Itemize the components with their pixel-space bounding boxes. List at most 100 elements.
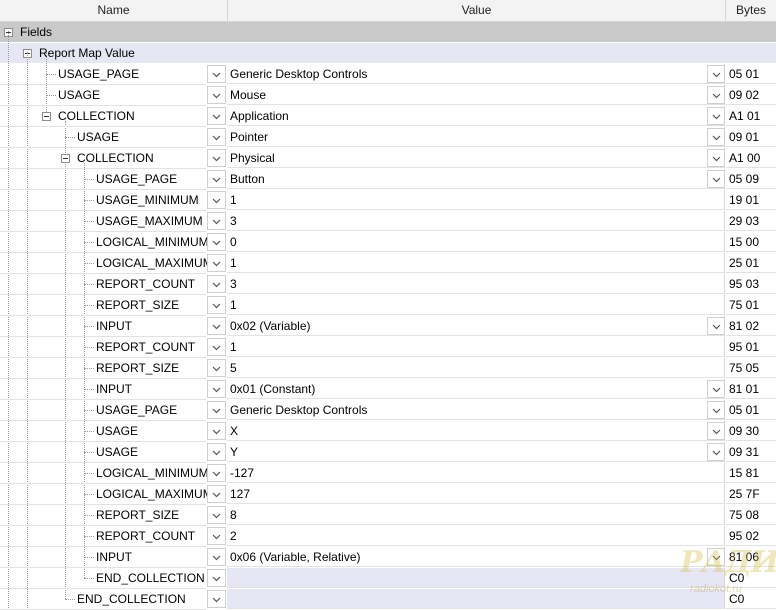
value-dropdown-button[interactable] — [707, 65, 725, 83]
field-value-cell[interactable]: 127 — [227, 484, 725, 504]
tree-row[interactable]: INPUT 0x02 (Variable) 81 02 — [0, 316, 776, 337]
field-name-cell[interactable]: REPORT_SIZE — [0, 295, 206, 316]
tree-row[interactable]: INPUT 0x01 (Constant) 81 01 — [0, 379, 776, 400]
field-value-cell[interactable]: Generic Desktop Controls — [227, 400, 725, 420]
tree-row[interactable]: END_COLLECTION C0 — [0, 568, 776, 589]
field-value-cell[interactable]: 1 — [227, 295, 725, 315]
field-type-dropdown-button[interactable] — [207, 128, 226, 146]
field-value-cell[interactable]: 0x06 (Variable, Relative) — [227, 547, 725, 567]
field-type-dropdown-button[interactable] — [207, 338, 226, 356]
field-value-cell[interactable]: 1 — [227, 337, 725, 357]
collapse-toggle-icon[interactable] — [61, 154, 70, 163]
field-value-cell[interactable] — [227, 568, 725, 588]
field-name-cell[interactable]: LOGICAL_MINIMUM — [0, 232, 209, 253]
tree-row[interactable]: USAGE Pointer 09 01 — [0, 127, 776, 148]
field-value-cell[interactable] — [227, 589, 725, 609]
tree-row[interactable]: USAGE Mouse 09 02 — [0, 85, 776, 106]
field-value-cell[interactable]: Application — [227, 106, 725, 126]
field-type-dropdown-button[interactable] — [207, 380, 226, 398]
field-value-cell[interactable]: 8 — [227, 505, 725, 525]
value-dropdown-button[interactable] — [707, 380, 725, 398]
field-type-dropdown-button[interactable] — [207, 149, 226, 167]
field-type-dropdown-button[interactable] — [207, 275, 226, 293]
tree-row[interactable]: INPUT 0x06 (Variable, Relative) 81 06 — [0, 547, 776, 568]
field-value-cell[interactable]: Generic Desktop Controls — [227, 64, 725, 84]
column-header-name[interactable]: Name — [0, 0, 228, 21]
tree-row[interactable]: LOGICAL_MAXIMUM 127 25 7F — [0, 484, 776, 505]
field-type-dropdown-button[interactable] — [207, 401, 226, 419]
tree-row[interactable]: COLLECTION Physical A1 00 — [0, 148, 776, 169]
field-type-dropdown-button[interactable] — [207, 548, 226, 566]
value-dropdown-button[interactable] — [707, 170, 725, 188]
field-value-cell[interactable]: 0 — [227, 232, 725, 252]
field-name-cell[interactable]: USAGE_MINIMUM — [0, 190, 206, 211]
tree-row[interactable]: COLLECTION Application A1 01 — [0, 106, 776, 127]
field-type-dropdown-button[interactable] — [207, 296, 226, 314]
value-dropdown-button[interactable] — [707, 401, 725, 419]
field-name-cell[interactable]: REPORT_COUNT — [0, 526, 206, 547]
field-name-cell[interactable]: LOGICAL_MAXIMUM — [0, 253, 213, 274]
field-type-dropdown-button[interactable] — [207, 170, 226, 188]
field-name-cell[interactable]: COLLECTION — [0, 106, 206, 127]
tree-row[interactable]: USAGE X 09 30 — [0, 421, 776, 442]
field-type-dropdown-button[interactable] — [207, 107, 226, 125]
tree-row[interactable]: REPORT_COUNT 1 95 01 — [0, 337, 776, 358]
field-name-cell[interactable]: USAGE_MAXIMUM — [0, 211, 206, 232]
tree-row[interactable]: REPORT_SIZE 1 75 01 — [0, 295, 776, 316]
field-name-cell[interactable]: INPUT — [0, 316, 206, 337]
field-value-cell[interactable]: 1 — [227, 253, 725, 273]
tree-row[interactable]: USAGE_PAGE Button 05 09 — [0, 169, 776, 190]
field-type-dropdown-button[interactable] — [207, 569, 226, 587]
value-dropdown-button[interactable] — [707, 317, 725, 335]
field-value-cell[interactable]: Pointer — [227, 127, 725, 147]
field-type-dropdown-button[interactable] — [207, 590, 226, 608]
tree-row[interactable]: USAGE_MINIMUM 1 19 01 — [0, 190, 776, 211]
column-header-value[interactable]: Value — [228, 0, 726, 21]
collapse-toggle-icon[interactable] — [42, 112, 51, 121]
field-name-cell[interactable]: REPORT_COUNT — [0, 274, 206, 295]
field-name-cell[interactable]: INPUT — [0, 547, 206, 568]
field-name-cell[interactable]: USAGE_PAGE — [0, 400, 206, 421]
field-value-cell[interactable]: 5 — [227, 358, 725, 378]
field-type-dropdown-button[interactable] — [207, 506, 226, 524]
field-value-cell[interactable]: Mouse — [227, 85, 725, 105]
field-name-cell[interactable]: REPORT_COUNT — [0, 337, 206, 358]
tree-group-report-map-value[interactable]: Report Map Value — [0, 43, 776, 64]
field-value-cell[interactable]: 3 — [227, 274, 725, 294]
field-name-cell[interactable]: USAGE — [0, 127, 206, 148]
value-dropdown-button[interactable] — [707, 422, 725, 440]
field-type-dropdown-button[interactable] — [207, 317, 226, 335]
field-type-dropdown-button[interactable] — [207, 86, 226, 104]
field-value-cell[interactable]: 3 — [227, 211, 725, 231]
field-name-cell[interactable]: LOGICAL_MINIMUM — [0, 463, 209, 484]
field-type-dropdown-button[interactable] — [207, 212, 226, 230]
field-name-cell[interactable]: REPORT_SIZE — [0, 505, 206, 526]
tree-row[interactable]: USAGE_MAXIMUM 3 29 03 — [0, 211, 776, 232]
field-value-cell[interactable]: 0x02 (Variable) — [227, 316, 725, 336]
column-header-bytes[interactable]: Bytes — [726, 0, 776, 21]
tree-row[interactable]: LOGICAL_MAXIMUM 1 25 01 — [0, 253, 776, 274]
value-dropdown-button[interactable] — [707, 128, 725, 146]
field-type-dropdown-button[interactable] — [207, 485, 226, 503]
tree-row[interactable]: REPORT_COUNT 2 95 02 — [0, 526, 776, 547]
field-value-cell[interactable]: Button — [227, 169, 725, 189]
field-value-cell[interactable]: -127 — [227, 463, 725, 483]
field-type-dropdown-button[interactable] — [207, 254, 226, 272]
field-type-dropdown-button[interactable] — [207, 359, 226, 377]
value-dropdown-button[interactable] — [707, 149, 725, 167]
value-dropdown-button[interactable] — [707, 107, 725, 125]
field-value-cell[interactable]: 0x01 (Constant) — [227, 379, 725, 399]
field-name-cell[interactable]: LOGICAL_MAXIMUM — [0, 484, 213, 505]
tree-root-fields[interactable]: Fields — [0, 22, 776, 43]
field-name-cell[interactable]: USAGE — [0, 85, 206, 106]
tree-row[interactable]: USAGE Y 09 31 — [0, 442, 776, 463]
field-type-dropdown-button[interactable] — [207, 464, 226, 482]
field-type-dropdown-button[interactable] — [207, 443, 226, 461]
field-type-dropdown-button[interactable] — [207, 191, 226, 209]
tree-row[interactable]: REPORT_SIZE 8 75 08 — [0, 505, 776, 526]
field-value-cell[interactable]: Physical — [227, 148, 725, 168]
field-value-cell[interactable]: 2 — [227, 526, 725, 546]
field-value-cell[interactable]: Y — [227, 442, 725, 462]
tree-row[interactable]: REPORT_COUNT 3 95 03 — [0, 274, 776, 295]
value-dropdown-button[interactable] — [707, 443, 725, 461]
